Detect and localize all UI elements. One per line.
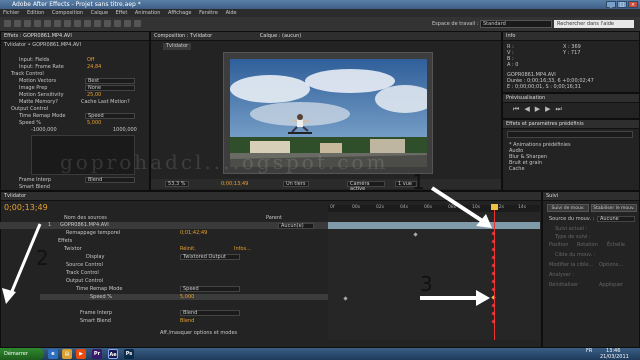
arrowhead-3 xyxy=(476,290,490,306)
annotation-3: 3 xyxy=(420,272,433,296)
folder-icon[interactable]: ▤ xyxy=(62,349,72,359)
media-player-icon[interactable]: ▶ xyxy=(76,349,86,359)
premiere-icon[interactable]: Pr xyxy=(92,349,102,359)
taskbar: Démarrer e ▤ ▶ Pr Ae Ps FR 13:46 21/03/2… xyxy=(0,348,640,360)
ie-icon[interactable]: e xyxy=(48,349,58,359)
clock-date: 21/03/2011 xyxy=(600,354,629,360)
start-button[interactable]: Démarrer xyxy=(0,348,44,360)
photoshop-icon[interactable]: Ps xyxy=(124,349,134,359)
arrow-1 xyxy=(430,186,486,224)
annotation-2: 2 xyxy=(36,246,49,270)
after-effects-icon[interactable]: Ae xyxy=(108,349,118,359)
annotation-1: 1 xyxy=(412,170,425,194)
annotation-arrows xyxy=(2,186,492,306)
language-indicator[interactable]: FR xyxy=(586,348,592,354)
